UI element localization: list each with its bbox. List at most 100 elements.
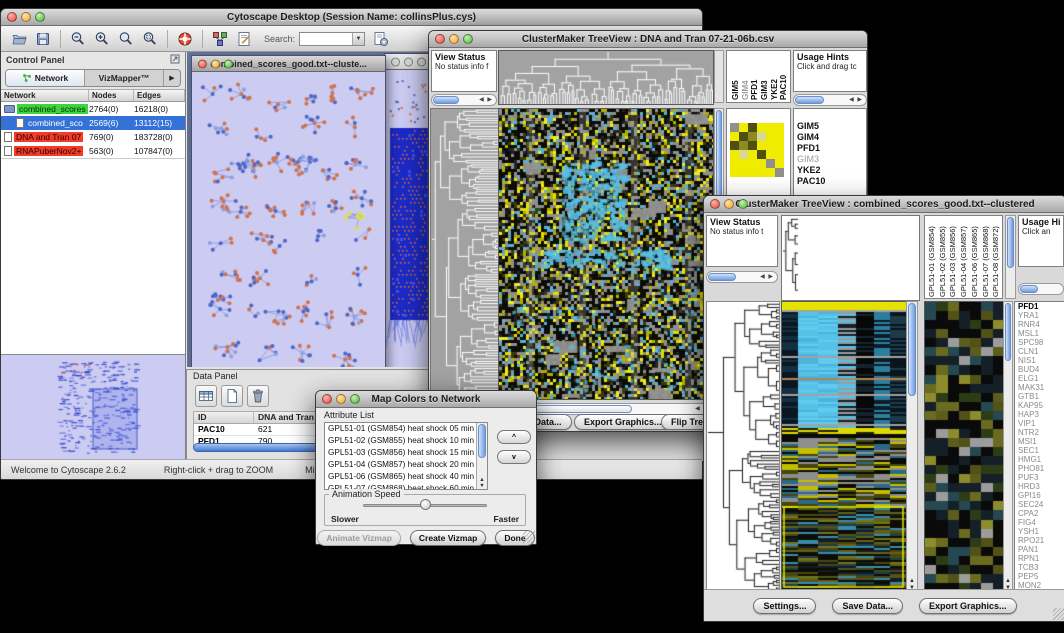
search-input[interactable]: ▼ xyxy=(299,32,365,46)
gene-label-cpa2[interactable]: CPA2 xyxy=(1015,509,1064,518)
col-edges[interactable]: Edges xyxy=(134,90,185,101)
help-icon[interactable] xyxy=(173,28,197,49)
matrix-cell[interactable] xyxy=(730,141,739,150)
matrix-cell[interactable] xyxy=(730,123,739,132)
close-button[interactable] xyxy=(435,34,445,44)
col-nodes[interactable]: Nodes xyxy=(89,90,134,101)
network-row-dna-and-tran-07[interactable]: DNA and Tran 07769(0)183728(0) xyxy=(1,130,185,144)
gene-label-puf3[interactable]: PUF3 xyxy=(1015,473,1064,482)
gene-label-rnr4[interactable]: RNR4 xyxy=(1015,320,1064,329)
delete-attribute-button[interactable] xyxy=(247,385,269,407)
column-label-scrollbar[interactable] xyxy=(1005,215,1016,299)
zoom-in-icon[interactable] xyxy=(90,28,114,49)
gene-label-hmg1[interactable]: HMG1 xyxy=(1015,455,1064,464)
move-up-button[interactable]: ^ xyxy=(497,430,531,444)
gene-dendrogram[interactable] xyxy=(706,301,780,593)
matrix-cell[interactable] xyxy=(748,132,757,141)
gene-label-pac10[interactable]: PAC10 xyxy=(794,176,866,187)
attribute-list-item[interactable]: GPL51-02 (GSM855) heat shock 10 min xyxy=(325,435,487,447)
close-button[interactable] xyxy=(710,199,720,209)
col-network[interactable]: Network xyxy=(1,90,89,101)
matrix-cell[interactable] xyxy=(739,132,748,141)
column-label-gim5[interactable]: GIM5 xyxy=(731,53,740,100)
attribute-list-item[interactable]: GPL51-03 (GSM856) heat shock 15 min xyxy=(325,447,487,459)
zoom-button[interactable] xyxy=(35,12,45,22)
gene-label-mak31[interactable]: MAK31 xyxy=(1015,383,1064,392)
save-data-button[interactable]: Save Data... xyxy=(832,598,903,614)
matrix-cell[interactable] xyxy=(766,141,775,150)
resize-grip[interactable] xyxy=(1053,608,1064,620)
resize-grip[interactable] xyxy=(523,531,535,543)
gene-label-list[interactable]: PFD1YRA1RNR4MSL1SPC98CLN1NIS1BUD4ELG1MAK… xyxy=(1014,301,1064,593)
matrix-cell[interactable] xyxy=(766,123,775,132)
column-label-gpl51-06-gsm865[interactable]: GPL51-06 (GSM865) xyxy=(970,217,981,297)
matrix-cell[interactable] xyxy=(757,141,766,150)
array-dendrogram[interactable] xyxy=(498,50,714,105)
column-label-gpl51-07-gsm868[interactable]: GPL51-07 (GSM868) xyxy=(981,217,992,297)
gene-label-rpo21[interactable]: RPO21 xyxy=(1015,536,1064,545)
matrix-cell[interactable] xyxy=(775,150,784,159)
matrix-cell[interactable] xyxy=(775,141,784,150)
close-button[interactable] xyxy=(198,59,207,68)
gene-label-msl1[interactable]: MSL1 xyxy=(1015,329,1064,338)
matrix-cell[interactable] xyxy=(748,168,757,177)
gene-label-msi1[interactable]: MSI1 xyxy=(1015,437,1064,446)
usage-hints-scrollbar[interactable]: ◀ ▶ xyxy=(793,94,867,106)
open-icon[interactable] xyxy=(7,28,31,49)
gene-label-yke2[interactable]: YKE2 xyxy=(794,165,866,176)
gene-label-ntr2[interactable]: NTR2 xyxy=(1015,428,1064,437)
minimize-button[interactable] xyxy=(336,394,346,404)
matrix-cell[interactable] xyxy=(757,159,766,168)
dense-network-canvas[interactable] xyxy=(385,70,430,367)
tab-vizmapper[interactable]: VizMapper™ xyxy=(85,70,164,86)
gene-label-elg1[interactable]: ELG1 xyxy=(1015,374,1064,383)
matrix-cell[interactable] xyxy=(739,159,748,168)
selection-heatmap[interactable] xyxy=(924,301,1005,593)
zoom-fit-icon[interactable] xyxy=(114,28,138,49)
gene-label-kap95[interactable]: KAP95 xyxy=(1015,401,1064,410)
zoom-button[interactable] xyxy=(224,59,233,68)
search-text-field[interactable] xyxy=(300,33,350,44)
attribute-list-scrollbar[interactable]: ▲▼ xyxy=(476,423,487,489)
gene-label-spc98[interactable]: SPC98 xyxy=(1015,338,1064,347)
minimize-button[interactable] xyxy=(449,34,459,44)
network-row-combined-sco[interactable]: combined_sco2569(6)13112(15) xyxy=(1,116,185,130)
gene-label-vip1[interactable]: VIP1 xyxy=(1015,419,1064,428)
settings-button[interactable]: Settings... xyxy=(753,598,816,614)
gene-label-yra1[interactable]: YRA1 xyxy=(1015,311,1064,320)
column-label-pac10[interactable]: PAC10 xyxy=(779,53,788,100)
matrix-cell[interactable] xyxy=(730,159,739,168)
zoom-button[interactable] xyxy=(738,199,748,209)
gene-label-pfd1[interactable]: PFD1 xyxy=(1015,302,1064,311)
search-dropdown-arrow-icon[interactable]: ▼ xyxy=(352,33,364,45)
matrix-cell[interactable] xyxy=(730,150,739,159)
gene-label-pep5[interactable]: PEP5 xyxy=(1015,572,1064,581)
close-button[interactable] xyxy=(391,57,400,66)
export-graphics-button[interactable]: Export Graphics... xyxy=(919,598,1017,614)
heatmap[interactable] xyxy=(498,108,714,400)
gene-list-scrollbar[interactable]: ▲▼ xyxy=(1003,301,1013,593)
move-down-button[interactable]: v xyxy=(497,450,531,464)
treeview-dna-title-bar[interactable]: ClusterMaker TreeView : DNA and Tran 07-… xyxy=(429,31,867,48)
matrix-cell[interactable] xyxy=(757,132,766,141)
matrix-cell[interactable] xyxy=(748,150,757,159)
matrix-cell[interactable] xyxy=(757,123,766,132)
minimize-button[interactable] xyxy=(404,57,413,66)
network-canvas[interactable] xyxy=(192,72,385,367)
minimize-button[interactable] xyxy=(21,12,31,22)
matrix-cell[interactable] xyxy=(766,168,775,177)
filter-icon[interactable] xyxy=(369,28,393,49)
array-dendrogram[interactable] xyxy=(781,215,920,301)
gene-label-tcb3[interactable]: TCB3 xyxy=(1015,563,1064,572)
float-panel-icon[interactable] xyxy=(170,54,180,66)
matrix-cell[interactable] xyxy=(766,159,775,168)
gene-label-gtb1[interactable]: GTB1 xyxy=(1015,392,1064,401)
vizmapper-icon[interactable] xyxy=(208,28,232,49)
usage-hints-scrollbar[interactable] xyxy=(1018,283,1064,295)
attr-col-id[interactable]: ID xyxy=(194,412,254,423)
matrix-cell[interactable] xyxy=(730,168,739,177)
column-label-gim3[interactable]: GIM3 xyxy=(760,53,769,100)
matrix-cell[interactable] xyxy=(766,132,775,141)
gene-label-hap3[interactable]: HAP3 xyxy=(1015,410,1064,419)
matrix-cell[interactable] xyxy=(739,123,748,132)
